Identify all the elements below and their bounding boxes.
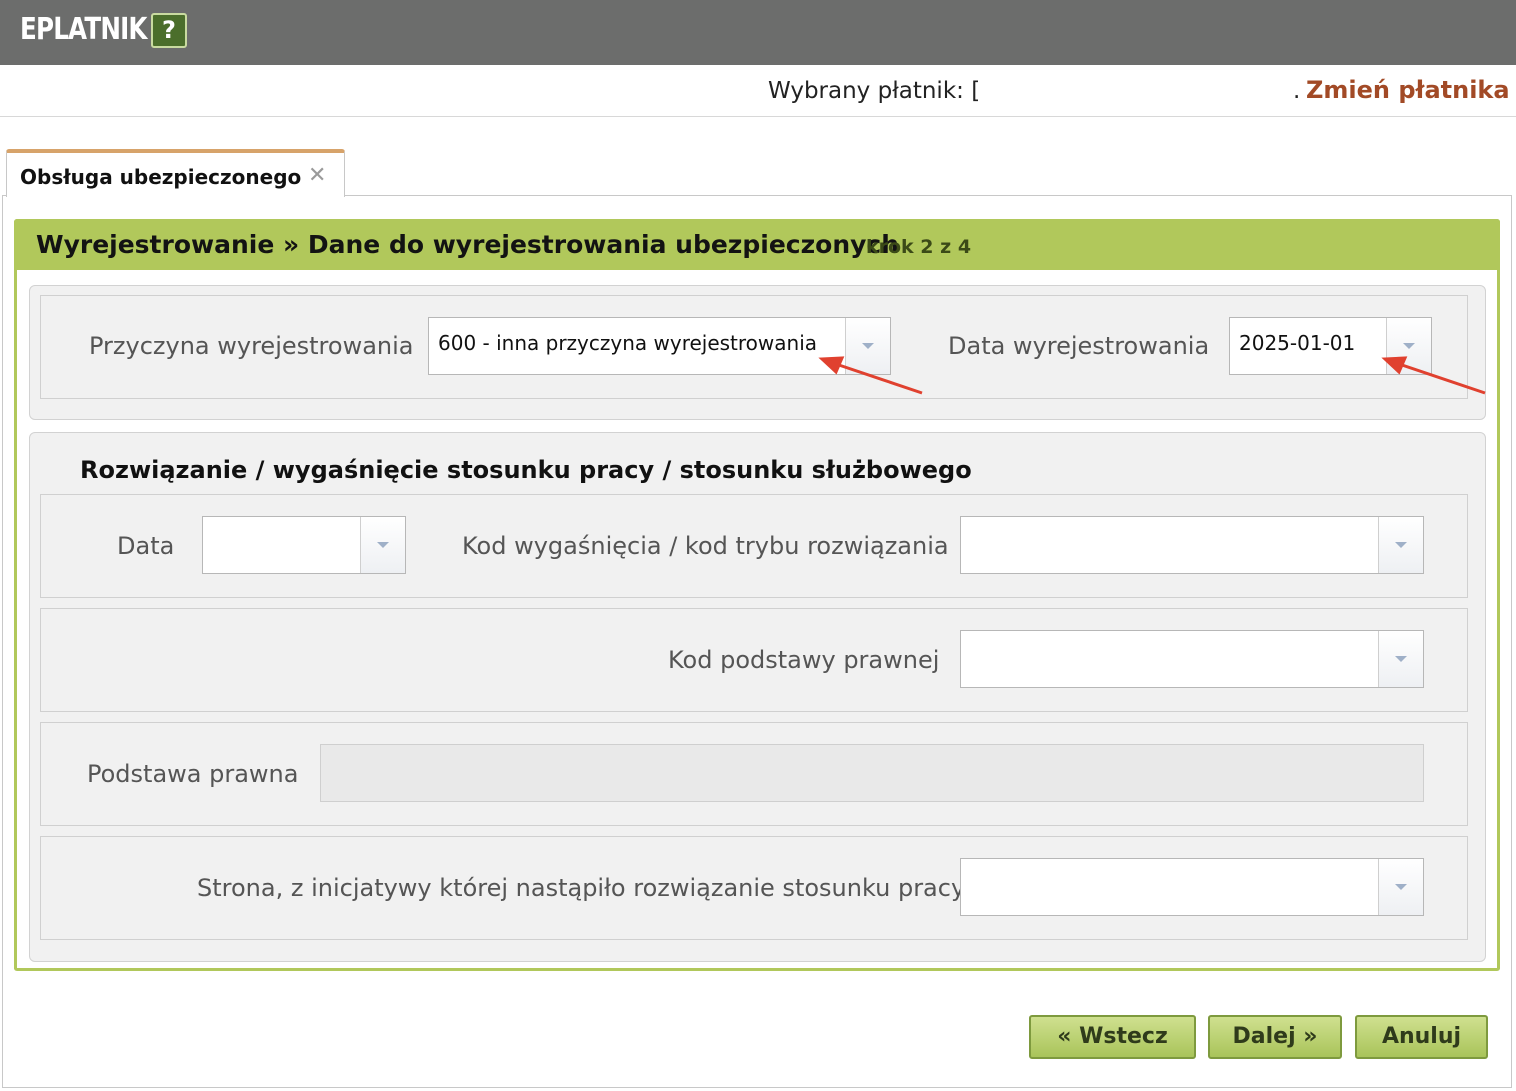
wizard-title: Wyrejestrowanie » Dane do wyrejestrowani… [36, 230, 900, 259]
termination-date-field[interactable] [202, 516, 406, 574]
reason-value: 600 - inna przyczyna wyrejestrowania [438, 331, 818, 355]
back-button[interactable]: « Wstecz [1029, 1015, 1196, 1059]
selected-payer-label: Wybrany płatnik: [ [768, 78, 981, 104]
reason-label: Przyczyna wyrejestrowania [89, 332, 414, 360]
dropdown-arrow-icon[interactable] [845, 318, 890, 374]
initiator-combobox[interactable] [960, 858, 1424, 916]
wizard-step-indicator: krok 2 z 4 [866, 236, 972, 258]
deregistration-date-value: 2025-01-01 [1239, 331, 1356, 355]
dropdown-arrow-icon[interactable] [1378, 517, 1423, 573]
dropdown-arrow-icon[interactable] [360, 517, 405, 573]
termination-code-label: Kod wygaśnięcia / kod trybu rozwiązania [462, 532, 949, 560]
reason-combobox[interactable]: 600 - inna przyczyna wyrejestrowania [428, 317, 891, 375]
dropdown-arrow-icon[interactable] [1378, 859, 1423, 915]
legal-code-label: Kod podstawy prawnej [668, 646, 940, 674]
dropdown-arrow-icon[interactable] [1378, 631, 1423, 687]
legal-code-combobox[interactable] [960, 630, 1424, 688]
deregistration-date-field[interactable]: 2025-01-01 [1229, 317, 1432, 375]
legal-basis-label: Podstawa prawna [87, 760, 299, 788]
tab-label: Obsługa ubezpieczonego [20, 165, 302, 189]
termination-date-label: Data [117, 532, 175, 560]
help-icon[interactable]: ? [151, 13, 187, 48]
termination-code-combobox[interactable] [960, 516, 1424, 574]
next-button[interactable]: Dalej » [1208, 1015, 1342, 1059]
tab-insured-service[interactable]: Obsługa ubezpieczonego ✕ [6, 149, 345, 197]
dropdown-arrow-icon[interactable] [1386, 318, 1431, 374]
app-title: EPLATNIK [20, 12, 147, 47]
wizard-header: Wyrejestrowanie » Dane do wyrejestrowani… [14, 219, 1500, 270]
close-icon[interactable]: ✕ [308, 163, 326, 188]
termination-section-title: Rozwiązanie / wygaśnięcie stosunku pracy… [80, 456, 972, 484]
selected-payer-bar: Wybrany płatnik: [ . Zmień płatnika [0, 65, 1516, 117]
change-payer-link[interactable]: Zmień płatnika [1306, 76, 1510, 104]
top-header-bar: EPLATNIK ? [0, 0, 1516, 65]
cancel-button[interactable]: Anuluj [1355, 1015, 1488, 1059]
deregistration-date-label: Data wyrejestrowania [948, 332, 1210, 360]
legal-basis-field [320, 744, 1424, 802]
initiator-label: Strona, z inicjatywy której nastąpiło ro… [197, 874, 966, 902]
selected-payer-trailing: . [1293, 78, 1301, 104]
